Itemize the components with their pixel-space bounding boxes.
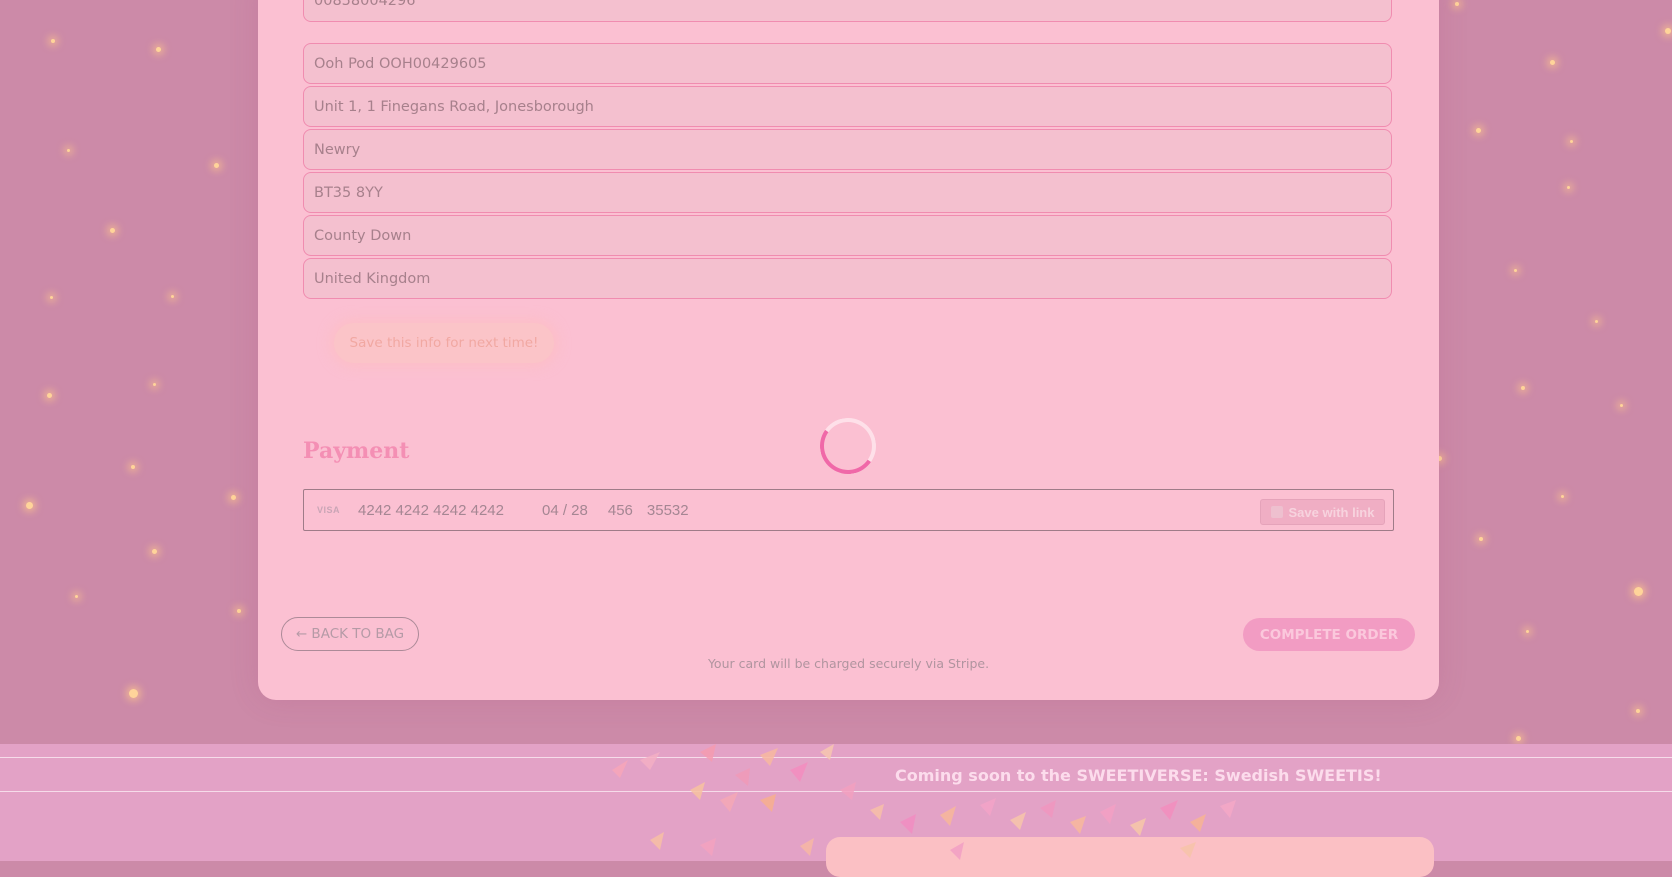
postcode-value: BT35 8YY xyxy=(314,184,383,201)
address-line-1-field[interactable]: Ooh Pod OOH00429605 xyxy=(303,43,1392,84)
phone-field[interactable]: 00858004296 xyxy=(303,0,1392,22)
save-with-link-label: Save with link xyxy=(1288,504,1375,520)
address-line-1-value: Ooh Pod OOH00429605 xyxy=(314,55,487,72)
stripe-charge-note: Your card will be charged securely via S… xyxy=(707,656,990,671)
ticker-border-bottom xyxy=(0,791,1672,792)
back-to-bag-label: ← BACK TO BAG xyxy=(295,626,405,642)
county-value: County Down xyxy=(314,227,412,244)
cvc-value[interactable]: 456 xyxy=(608,502,633,519)
country-field[interactable]: United Kingdom xyxy=(303,258,1392,299)
loading-spinner-icon xyxy=(815,413,881,479)
postcode-field[interactable]: BT35 8YY xyxy=(303,172,1392,213)
card-number-value[interactable]: 4242 4242 4242 4242 xyxy=(358,502,504,519)
address-line-2-value: Unit 1, 1 Finegans Road, Jonesborough xyxy=(314,98,594,115)
announcement-ticker: Coming soon to the SWEETIVERSE: Swedish … xyxy=(895,766,1382,785)
save-info-button[interactable]: Save this info for next time! xyxy=(334,323,554,363)
card-details-input[interactable]: VISA 4242 4242 4242 4242 04 / 28 456 355… xyxy=(303,489,1394,531)
footer: Coming soon to the SWEETIVERSE: Swedish … xyxy=(0,744,1672,877)
zip-value[interactable]: 35532 xyxy=(647,502,689,519)
ticker-border-top xyxy=(0,757,1672,758)
phone-value: 00858004296 xyxy=(314,0,416,9)
checkout-card: 00858004296 Ooh Pod OOH00429605 Unit 1, … xyxy=(258,0,1439,700)
complete-order-label: COMPLETE ORDER xyxy=(1259,626,1399,643)
city-field[interactable]: Newry xyxy=(303,129,1392,170)
county-field[interactable]: County Down xyxy=(303,215,1392,256)
complete-order-button[interactable]: COMPLETE ORDER xyxy=(1243,618,1415,651)
save-info-label: Save this info for next time! xyxy=(349,335,539,351)
address-line-2-field[interactable]: Unit 1, 1 Finegans Road, Jonesborough xyxy=(303,86,1392,127)
link-checkbox-icon[interactable] xyxy=(1270,506,1283,518)
country-value: United Kingdom xyxy=(314,270,431,287)
payment-heading: Payment xyxy=(303,438,410,464)
back-to-bag-button[interactable]: ← BACK TO BAG xyxy=(281,617,419,651)
expiry-value[interactable]: 04 / 28 xyxy=(542,502,588,519)
footer-panel xyxy=(826,837,1434,877)
city-value: Newry xyxy=(314,141,361,158)
visa-card-icon: VISA xyxy=(317,505,341,515)
save-with-link-button[interactable]: Save with link xyxy=(1260,499,1385,525)
